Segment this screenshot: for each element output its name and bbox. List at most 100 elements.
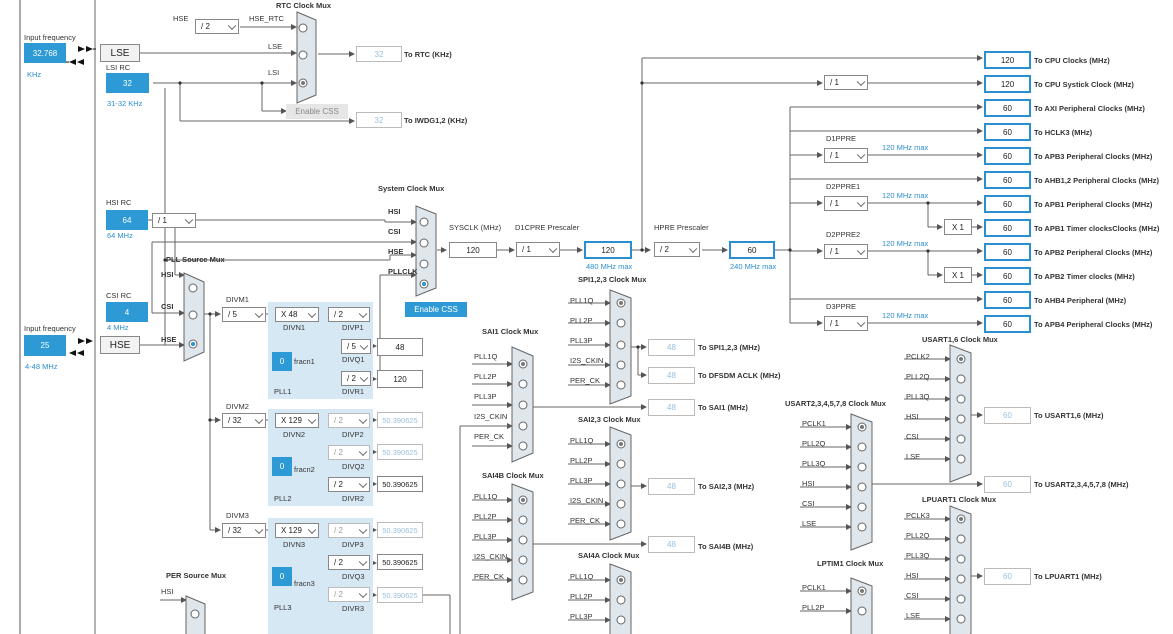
system-mux-title: System Clock Mux — [378, 184, 445, 193]
divr3-value: / 2 — [334, 590, 343, 599]
spi123-output-value: 48 — [648, 339, 695, 356]
divm3-label: DIVM3 — [226, 511, 249, 520]
chevron-down-icon — [254, 525, 264, 534]
sai4a-mux-title: SAI4A Clock Mux — [578, 551, 640, 560]
sai23-input-label: I2S_CKIN — [570, 496, 604, 505]
hpre-select[interactable]: / 2 — [654, 242, 700, 257]
divq2-select[interactable]: / 2 — [328, 445, 370, 460]
divn3-select[interactable]: X 129 — [275, 523, 319, 538]
divr2-label: DIVR2 — [342, 494, 365, 503]
sai4b-input-label: PER_CK — [474, 572, 505, 581]
divr3-label: DIVR3 — [342, 604, 365, 613]
chevron-down-icon — [358, 447, 368, 456]
output-clock-value[interactable]: 60 — [984, 195, 1031, 213]
divp3-select[interactable]: / 2 — [328, 523, 370, 538]
divm1-label: DIVM1 — [226, 295, 249, 304]
cpu-systick-divider-select[interactable]: / 1 — [824, 75, 868, 90]
sai4b-input-label: PLL3P — [474, 532, 497, 541]
fracn3-label: fracn3 — [294, 579, 315, 588]
chevron-down-icon — [358, 525, 368, 534]
output-clock-value[interactable]: 60 — [984, 267, 1031, 285]
sai4b-mux-title: SAI4B Clock Mux — [482, 471, 544, 480]
d1cpre-select[interactable]: / 1 — [516, 242, 560, 257]
sysclk-label: SYSCLK (MHz) — [449, 223, 502, 232]
fracn1-value[interactable]: 0 — [272, 352, 292, 371]
rtc-hse-divider-select[interactable]: / 2 — [195, 19, 239, 34]
rtc-lsi-label: LSI — [268, 68, 280, 77]
d3ppre-select[interactable]: / 1 — [824, 316, 868, 331]
divp3-output: 50.390625 — [377, 522, 423, 538]
d1ppre-label: D1PPRE — [826, 134, 857, 143]
sai23-output-value: 48 — [648, 478, 695, 495]
divp1-label: DIVP1 — [342, 323, 364, 332]
output-clock-value[interactable]: 60 — [984, 99, 1031, 117]
usart16-output-label: To USART1,6 (MHz) — [1034, 411, 1104, 420]
output-clock-value[interactable]: 60 — [984, 219, 1031, 237]
hse-input-label: Input frequency — [24, 324, 76, 333]
divm3-select[interactable]: / 32 — [222, 523, 266, 538]
d2ppre2-select[interactable]: / 1 — [824, 244, 868, 259]
divp1-select[interactable]: / 2 — [328, 307, 370, 322]
sai23-input-label: PLL1Q — [570, 436, 594, 445]
hpre-output[interactable]: 60 — [729, 241, 775, 259]
lsi-rc-value: 32 — [106, 73, 149, 93]
divn2-select[interactable]: X 129 — [275, 413, 319, 428]
rtc-mux-title: RTC Clock Mux — [276, 1, 332, 10]
output-clock-value[interactable]: 60 — [984, 315, 1031, 333]
hsi-divider-select[interactable]: / 1 — [152, 213, 196, 228]
clock-configuration-canvas: Input frequency 32.768 KHz LSE LSI RC 32… — [0, 0, 1173, 634]
output-clock-value[interactable]: 60 — [984, 291, 1031, 309]
divm2-label: DIVM2 — [226, 402, 249, 411]
rtc-lse-label: LSE — [268, 42, 283, 51]
hse-input-range: 4-48 MHz — [25, 362, 58, 371]
hse-input-frequency[interactable]: 25 — [24, 335, 66, 356]
d2ppre1-select[interactable]: / 1 — [824, 196, 868, 211]
sai1-input-label: I2S_CKIN — [474, 412, 508, 421]
rtc-enable-css-button[interactable]: Enable CSS — [286, 104, 348, 119]
divp2-select[interactable]: / 2 — [328, 413, 370, 428]
d1ppre-value: / 1 — [830, 151, 839, 160]
pllsrc-csi-label: CSI — [161, 302, 174, 311]
hse-source-block: HSE — [100, 336, 140, 354]
pll3-name: PLL3 — [274, 603, 292, 612]
output-clock-value[interactable]: 60 — [984, 243, 1031, 261]
d1ppre-select[interactable]: / 1 — [824, 148, 868, 163]
output-clock-value[interactable]: 120 — [984, 75, 1031, 93]
usart16-input-label: CSI — [906, 432, 919, 441]
divr2-select[interactable]: / 2 — [328, 477, 370, 492]
output-clock-value[interactable]: 120 — [984, 51, 1031, 69]
output-clock-label: To APB1 Peripheral Clocks (MHz) — [1034, 200, 1153, 209]
lse-input-frequency[interactable]: 32.768 — [24, 43, 66, 63]
sysclk-value: 120 — [449, 242, 497, 258]
divq2-value: / 2 — [334, 448, 343, 457]
chevron-down-icon — [254, 415, 264, 424]
divn1-select[interactable]: X 48 — [275, 307, 319, 322]
chevron-down-icon — [184, 215, 194, 224]
spi123-input-label: PLL3P — [570, 336, 593, 345]
divr1-select[interactable]: / 2 — [341, 371, 371, 386]
fracn2-value[interactable]: 0 — [272, 457, 292, 476]
divr1-value: / 2 — [347, 374, 356, 383]
output-clock-value[interactable]: 60 — [984, 171, 1031, 189]
divn1-value: X 48 — [281, 310, 298, 319]
output-clock-value[interactable]: 60 — [984, 147, 1031, 165]
hsi-divider-value: / 1 — [158, 216, 167, 225]
divr1-label: DIVR1 — [342, 387, 365, 396]
chevron-down-icon — [688, 244, 698, 253]
d1cpre-output[interactable]: 120 — [584, 241, 632, 259]
divq3-select[interactable]: / 2 — [328, 555, 370, 570]
divm2-select[interactable]: / 32 — [222, 413, 266, 428]
chevron-down-icon — [358, 557, 368, 566]
divm1-select[interactable]: / 5 — [222, 307, 266, 322]
lpuart1-input-label: PCLK3 — [906, 511, 930, 520]
output-clock-label: To APB2 Timer clocks (MHz) — [1034, 272, 1135, 281]
fracn3-value[interactable]: 0 — [272, 567, 292, 586]
divq1-select[interactable]: / 5 — [341, 339, 371, 354]
d3ppre-max: 120 MHz max — [882, 311, 929, 320]
divr3-select[interactable]: / 2 — [328, 587, 370, 602]
system-enable-css-button[interactable]: Enable CSS — [405, 302, 467, 317]
usart2-input-label: CSI — [802, 499, 815, 508]
output-clock-value[interactable]: 60 — [984, 123, 1031, 141]
hpre-label: HPRE Prescaler — [654, 223, 709, 232]
output-clock-label: To AHB4 Peripheral (MHz) — [1034, 296, 1127, 305]
